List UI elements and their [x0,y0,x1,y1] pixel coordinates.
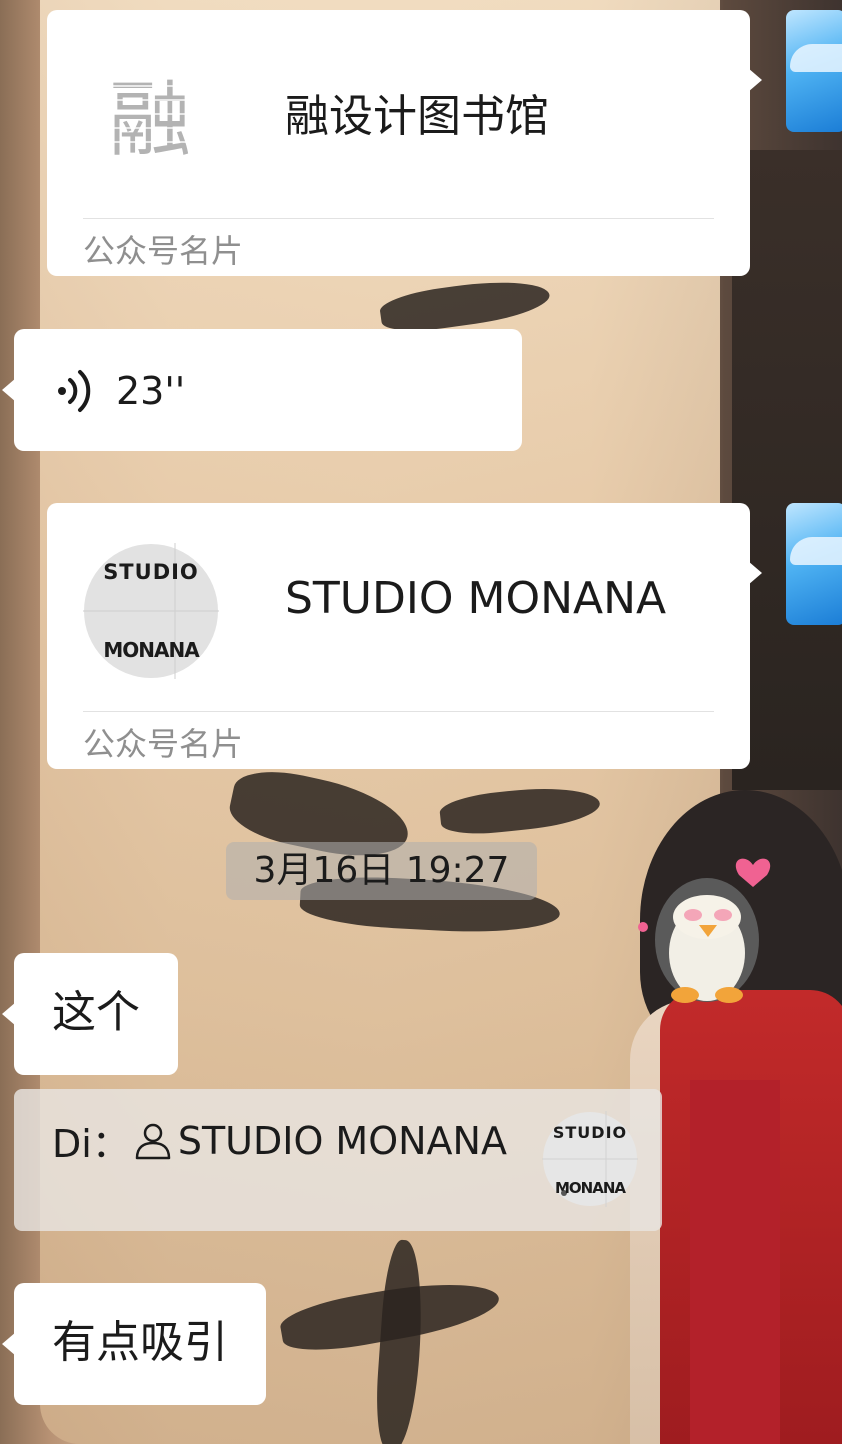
text-message[interactable]: .text-bubble.tail-left::before{top:49px;… [2,953,178,1075]
quote-logo-bottom: MONANA [555,1179,626,1197]
logo-text-bottom: MONANA [103,638,200,662]
official-account-card[interactable]: STUDIO MONANA STUDIO MONANA 公众号名片 [47,503,762,769]
whale-avatar-icon [790,44,842,72]
quote-text: Di： STUDIO MONANA [52,1113,507,1168]
person-icon [135,1123,171,1159]
account-logo: 融 [109,73,195,168]
card-type-label: 公众号名片 [83,725,244,763]
quote-account-logo: STUDIO MONANA [542,1111,638,1207]
quoted-message[interactable]: Di： STUDIO MONANA STUDIO MONANA [14,1089,662,1231]
official-account-card[interactable]: 融 融设计图书馆 公众号名片 [47,10,762,276]
penguin-sticker [638,858,771,1003]
account-logo: STUDIO MONANA [83,543,219,679]
message-text: 这个 [52,987,140,1038]
account-name: 融设计图书馆 [285,91,549,142]
account-logo-text: 融 [109,73,191,168]
voice-message[interactable]: .voice.tail-left::before{top:49px;} 23'' [2,329,522,451]
card-type-label: 公众号名片 [83,232,244,270]
card-body: 融 融设计图书馆 [83,10,714,219]
whale-avatar-icon [790,537,842,565]
quote-content: STUDIO MONANA [177,1118,507,1163]
sender-avatar[interactable] [786,503,842,625]
text-message[interactable]: 有点吸引 [2,1283,266,1405]
account-name: STUDIO MONANA [285,573,667,624]
voice-wave-icon [58,370,91,412]
card-body: STUDIO MONANA STUDIO MONANA [83,503,714,712]
message-text: 有点吸引 [52,1317,228,1368]
quote-logo-top: STUDIO [553,1123,627,1142]
person-scarf-end [690,1080,780,1444]
logo-text-top: STUDIO [103,560,199,584]
message-timestamp: 3月16日 19:27 [226,842,537,900]
quote-sender: Di： [52,1122,130,1166]
voice-duration: 23'' [116,369,186,413]
sender-avatar[interactable] [786,10,842,132]
